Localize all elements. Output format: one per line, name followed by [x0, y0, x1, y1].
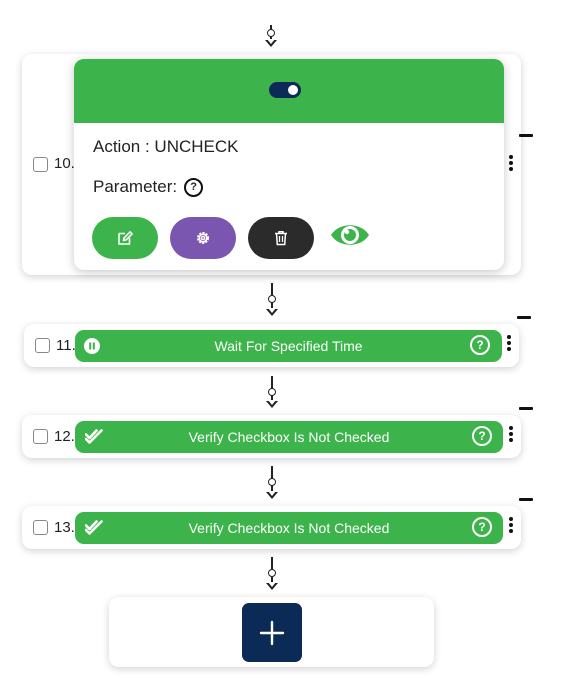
step-action-11[interactable]: Wait For Specified Time ? — [75, 330, 502, 362]
collapse-dash-icon[interactable] — [519, 407, 533, 410]
parameter-row: Parameter:? — [93, 177, 204, 197]
plus-icon — [259, 620, 285, 645]
help-icon-12[interactable]: ? — [472, 426, 492, 446]
action-text: Action : UNCHECK — [93, 137, 239, 156]
connector-13-add — [262, 557, 282, 591]
help-icon-13[interactable]: ? — [472, 517, 492, 537]
step-checkbox-10[interactable] — [33, 157, 48, 172]
parameter-label: Parameter: — [93, 177, 178, 196]
step-detail-header — [74, 59, 504, 123]
connector-10-11 — [262, 283, 282, 317]
connector-11-12 — [262, 376, 282, 409]
double-check-icon — [85, 429, 103, 444]
double-check-icon — [85, 520, 103, 535]
trash-icon — [275, 231, 287, 246]
step-title-12: Verify Checkbox Is Not Checked — [188, 429, 390, 445]
step-number-13: 13. — [54, 519, 75, 536]
enable-toggle-switch[interactable] — [269, 82, 301, 98]
collapse-dash-icon[interactable] — [519, 498, 533, 501]
help-icon-11[interactable]: ? — [470, 335, 490, 355]
step-menu-icon[interactable] — [509, 517, 513, 535]
step-menu-icon[interactable] — [507, 335, 511, 353]
add-step-button[interactable] — [242, 603, 302, 662]
settings-gear-icon — [197, 232, 209, 244]
step-menu-icon[interactable] — [509, 155, 513, 173]
step-checkbox-12[interactable] — [33, 429, 48, 444]
step-number-11: 11. — [56, 337, 76, 354]
step-detail-panel: Action : UNCHECK Parameter:? — [74, 59, 504, 270]
edit-icon — [118, 231, 133, 245]
settings-button[interactable] — [170, 217, 236, 259]
step-title-11: Wait For Specified Time — [214, 338, 363, 354]
parameter-help-icon[interactable]: ? — [184, 177, 204, 197]
step-number-12: 12. — [54, 428, 75, 445]
step-action-13[interactable]: Verify Checkbox Is Not Checked ? — [75, 512, 503, 544]
connector-12-13 — [262, 466, 282, 500]
pause-icon — [84, 338, 100, 354]
add-step-card — [109, 597, 434, 667]
step-menu-icon[interactable] — [509, 426, 513, 444]
collapse-dash-icon[interactable] — [519, 134, 533, 137]
step-checkbox-13[interactable] — [33, 520, 48, 535]
step-number-10: 10. — [54, 155, 75, 172]
step-title-13: Verify Checkbox Is Not Checked — [188, 520, 390, 536]
view-eye-icon[interactable] — [330, 221, 370, 254]
step-action-12[interactable]: Verify Checkbox Is Not Checked ? — [75, 421, 503, 453]
connector-top — [261, 25, 281, 47]
collapse-dash-icon[interactable] — [517, 316, 531, 319]
edit-button[interactable] — [92, 217, 158, 259]
step-checkbox-11[interactable] — [35, 338, 50, 353]
delete-button[interactable] — [248, 217, 314, 259]
